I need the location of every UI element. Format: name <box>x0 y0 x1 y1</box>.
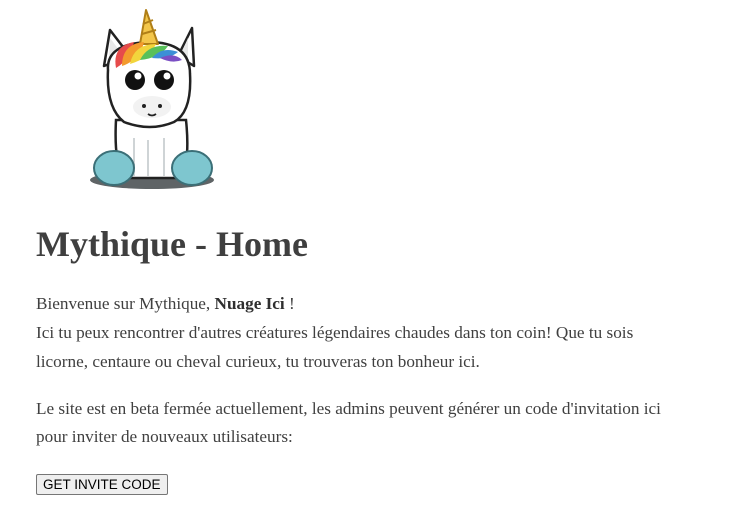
greeting-suffix: ! <box>284 294 295 313</box>
welcome-text: Bienvenue sur Mythique, Nuage Ici ! Ici … <box>36 289 686 376</box>
intro-body: Ici tu peux rencontrer d'autres créature… <box>36 323 634 371</box>
page-title: Mythique - Home <box>36 224 308 264</box>
unicorn-icon <box>90 9 214 189</box>
beta-notice: Le site est en beta fermée actuellement,… <box>36 399 661 446</box>
get-invite-code-button[interactable]: GET INVITE CODE <box>36 474 168 495</box>
greeting-prefix: Bienvenue sur Mythique, <box>36 294 215 313</box>
unicorn-logo <box>64 8 224 192</box>
username: Nuage Ici <box>214 294 285 313</box>
